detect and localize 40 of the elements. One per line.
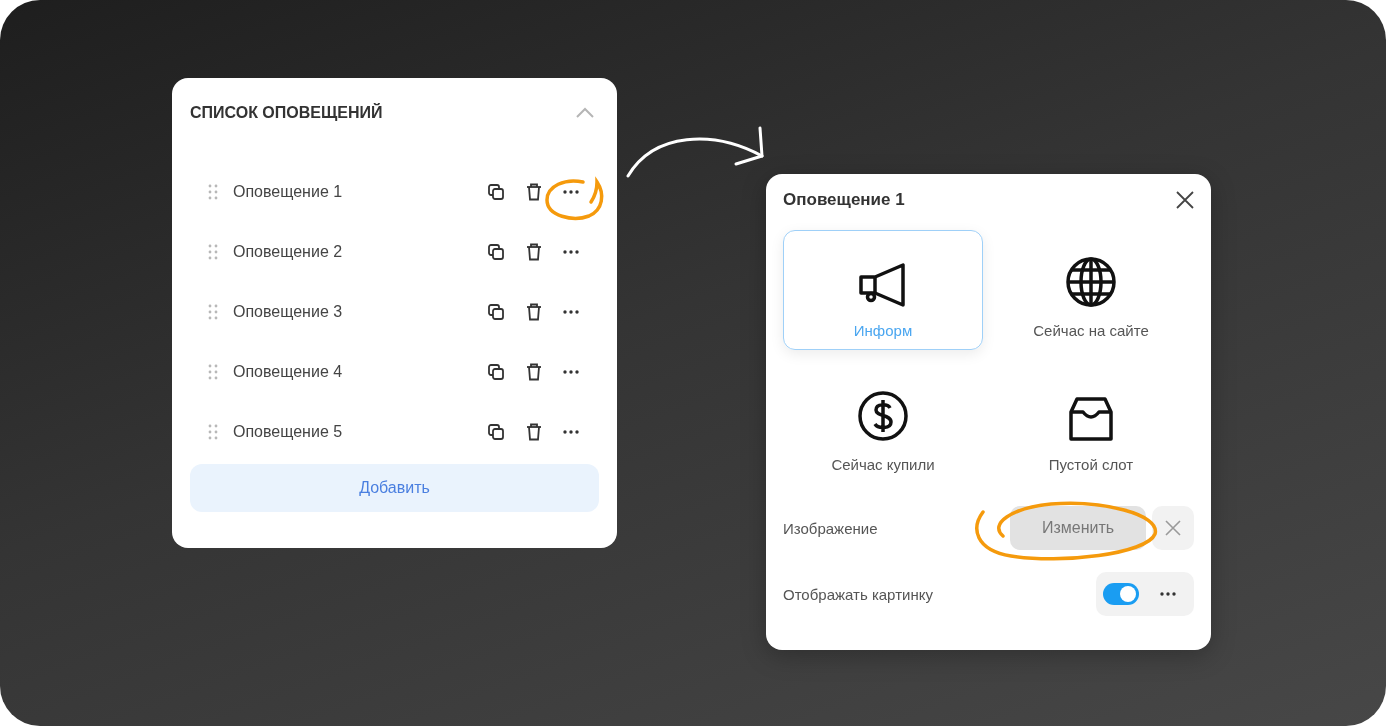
notification-name[interactable]: Оповещение 2	[233, 243, 487, 261]
drag-handle-icon[interactable]	[208, 184, 218, 200]
copy-icon[interactable]	[487, 183, 505, 201]
more-icon[interactable]	[563, 190, 579, 194]
type-option[interactable]: Сейчас купили	[783, 364, 983, 484]
more-icon[interactable]	[563, 250, 579, 254]
notification-name[interactable]: Оповещение 3	[233, 303, 487, 321]
panel-title: СПИСОК ОПОВЕЩЕНИЙ	[190, 104, 383, 122]
more-icon[interactable]	[563, 310, 579, 314]
type-option[interactable]: Пустой слот	[991, 364, 1191, 484]
notification-name[interactable]: Оповещение 1	[233, 183, 487, 201]
copy-icon[interactable]	[487, 243, 505, 261]
drag-handle-icon[interactable]	[208, 364, 218, 380]
copy-icon[interactable]	[487, 423, 505, 441]
trash-icon[interactable]	[526, 303, 542, 321]
drag-handle-icon[interactable]	[208, 304, 218, 320]
notification-name[interactable]: Оповещение 4	[233, 363, 487, 381]
drag-handle-icon[interactable]	[208, 244, 218, 260]
image-label: Изображение	[783, 519, 878, 537]
type-option[interactable]: Сейчас на сайте	[991, 230, 1191, 350]
more-icon[interactable]	[563, 430, 579, 434]
copy-icon[interactable]	[487, 303, 505, 321]
globe-icon	[1065, 256, 1117, 308]
notification-name[interactable]: Оповещение 5	[233, 423, 487, 441]
drag-handle-icon[interactable]	[208, 424, 218, 440]
more-icon[interactable]	[563, 370, 579, 374]
show-image-label: Отображать картинку	[783, 585, 933, 603]
close-icon[interactable]	[1176, 191, 1194, 209]
tray-icon	[1068, 396, 1114, 442]
close-icon	[1165, 520, 1181, 536]
dollar-icon	[857, 390, 909, 442]
trash-icon[interactable]	[526, 363, 542, 381]
more-icon[interactable]	[1160, 592, 1176, 596]
megaphone-icon	[858, 262, 908, 308]
trash-icon[interactable]	[526, 183, 542, 201]
trash-icon[interactable]	[526, 423, 542, 441]
toggle-switch[interactable]	[1103, 583, 1139, 605]
panel-title: Оповещение 1	[783, 190, 905, 210]
trash-icon[interactable]	[526, 243, 542, 261]
copy-icon[interactable]	[487, 363, 505, 381]
